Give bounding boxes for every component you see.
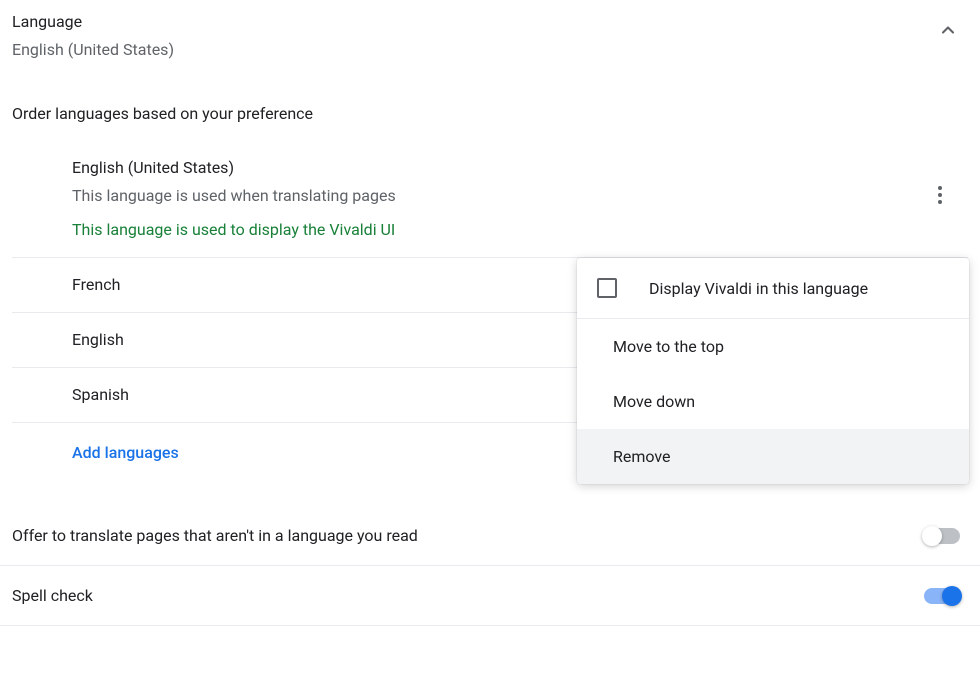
remove-option[interactable]: Remove [577,429,969,484]
display-in-language-option[interactable]: Display Vivaldi in this language [577,258,969,319]
language-ui-note: This language is used to display the Viv… [72,219,968,241]
language-description: This language is used when translating p… [72,185,968,207]
display-in-language-label: Display Vivaldi in this language [649,279,868,298]
remove-label: Remove [613,447,671,466]
move-down-label: Move down [613,392,695,411]
spell-check-toggle[interactable] [924,588,960,604]
spell-check-label: Spell check [12,586,93,605]
translate-offer-toggle[interactable] [924,528,960,544]
move-down-option[interactable]: Move down [577,374,969,429]
language-section-header[interactable]: Language English (United States) [0,0,980,62]
translate-offer-row: Offer to translate pages that aren't in … [0,506,980,566]
checkbox-icon[interactable] [597,278,617,298]
spell-check-row: Spell check [0,566,980,626]
translate-offer-label: Offer to translate pages that aren't in … [12,526,418,545]
language-item-english-us: English (United States) This language is… [12,133,968,258]
language-name: English (United States) [72,157,968,179]
section-selected-language: English (United States) [12,38,174,62]
section-title: Language [12,10,174,34]
move-to-top-label: Move to the top [613,337,724,356]
move-to-top-option[interactable]: Move to the top [577,319,969,374]
order-description: Order languages based on your preference [0,104,980,123]
chevron-up-icon[interactable] [938,20,958,44]
more-options-icon[interactable] [930,178,950,212]
language-context-menu: Display Vivaldi in this language Move to… [577,258,969,484]
